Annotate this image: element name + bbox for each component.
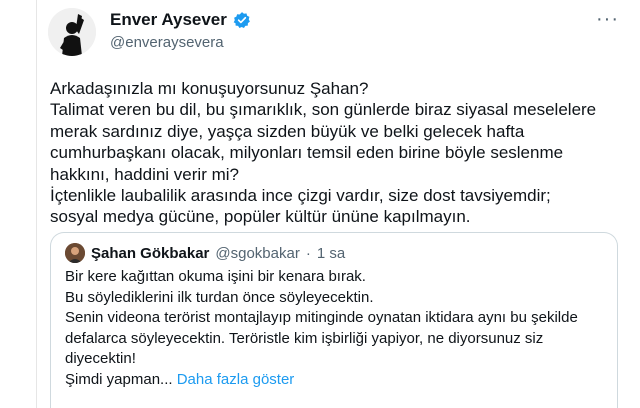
tweet-line: İçtenlikle laubalilik arasında ince çizg… <box>50 186 551 206</box>
quote-timestamp: 1 sa <box>316 244 346 262</box>
quote-author-name: Şahan Gökbakar <box>91 244 210 262</box>
quote-line: diyecektin! <box>65 350 136 367</box>
avatar[interactable] <box>48 8 96 56</box>
verified-badge-icon <box>233 11 251 29</box>
tweet-line: Talimat veren bu dil, bu şımarıklık, son… <box>50 100 597 120</box>
author-name-row: Enver Aysever <box>110 10 251 30</box>
timeline-rule <box>36 0 37 408</box>
tweet-text: Arkadaşınızla mı konuşuyorsunuz Şahan? T… <box>50 78 620 228</box>
tweet-line: hakkını, haddini verir mi? <box>50 164 239 184</box>
quote-avatar <box>65 243 85 263</box>
avatar-image <box>48 8 96 56</box>
show-more-link[interactable]: Daha fazla göster <box>177 371 295 388</box>
quote-truncated-text: Şimdi yapman... <box>65 370 173 388</box>
quote-line: Bu söylediklerini ilk turdan önce söyley… <box>65 288 374 306</box>
tweet-line: Arkadaşınızla mı konuşuyorsunuz Şahan? <box>50 79 369 98</box>
quote-line: defalarca söyleyecektin. Teröristle kim … <box>65 329 544 347</box>
tweet-line: sosyal medya gücüne, popüler kültür ünün… <box>50 207 471 227</box>
quoted-tweet[interactable]: Şahan Gökbakar @sgokbakar · 1 sa Bir ker… <box>50 232 618 408</box>
tweet-line: cumhurbaşkanı olacak, milyonları temsil … <box>50 143 564 163</box>
quote-header: Şahan Gökbakar @sgokbakar · 1 sa <box>65 243 345 263</box>
more-options-icon[interactable]: ··· <box>596 9 619 29</box>
quote-author-handle: @sgokbakar <box>215 244 300 262</box>
quote-last-line: Şimdi yapman... Daha fazla göster <box>65 370 605 391</box>
quote-line: Bir kere kağıttan okuma işini bir kenara… <box>65 268 366 285</box>
quote-separator: · <box>305 244 311 262</box>
author-handle[interactable]: @enveraysevera <box>110 34 224 51</box>
quote-line: Senin videona terörist montajlayıp mitin… <box>65 309 578 326</box>
quote-text: Bir kere kağıttan okuma işini bir kenara… <box>65 267 605 390</box>
tweet-line: merak sardınız diye, yaşça sizden büyük … <box>50 121 525 141</box>
author-name[interactable]: Enver Aysever <box>110 10 227 30</box>
